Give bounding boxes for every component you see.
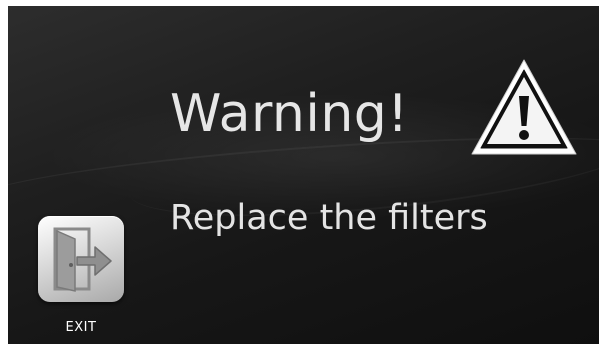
exit-label: EXIT — [65, 320, 97, 335]
warning-title: Warning! — [170, 84, 409, 144]
exit-tile[interactable] — [38, 216, 124, 302]
warning-message: Replace the filters — [170, 198, 488, 238]
warning-triangle-icon — [471, 59, 577, 155]
warning-screen: Warning! Replace the filters EXIT — [8, 6, 599, 344]
exit-button[interactable]: EXIT — [36, 216, 126, 338]
exit-door-icon — [53, 227, 112, 292]
